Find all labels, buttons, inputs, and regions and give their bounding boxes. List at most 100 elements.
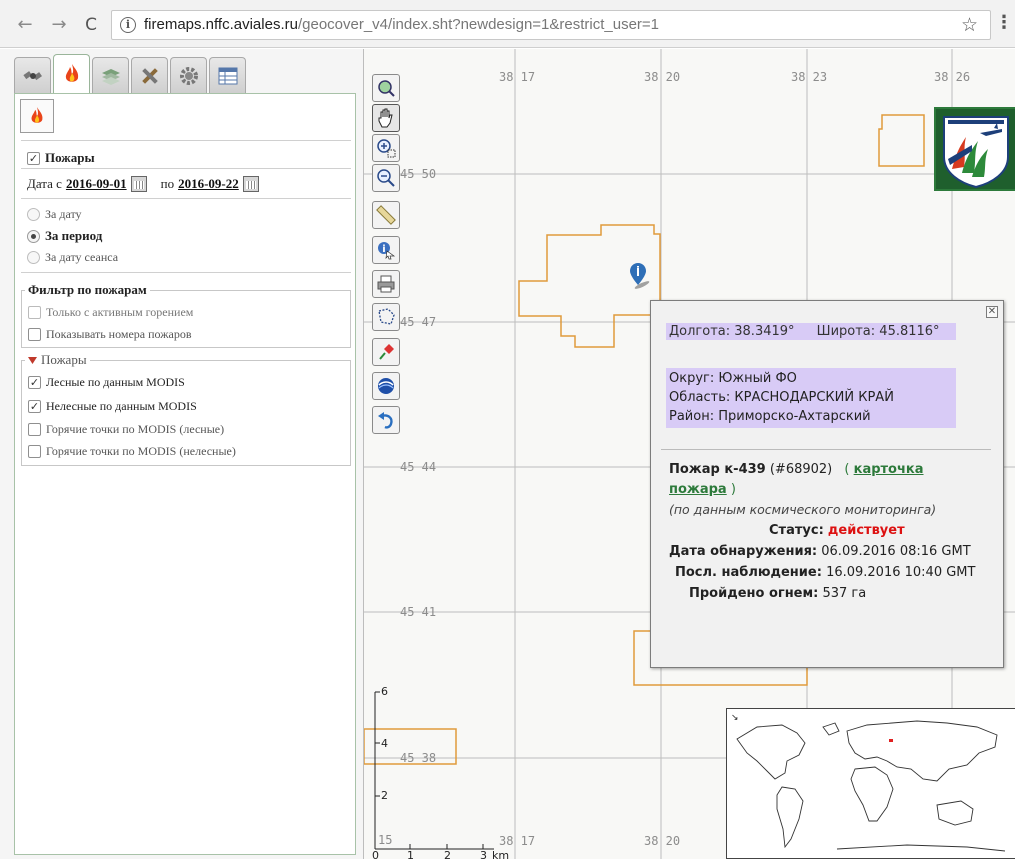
period-option-label: За дату сеанса: [45, 250, 119, 264]
longitude-label: Долгота:: [669, 324, 731, 339]
layer-hotspots-forest[interactable]: Горячие точки по MODIS (лесные): [28, 422, 224, 437]
browser-toolbar: ← → C i firemaps.nffc.aviales.ru/geocove…: [0, 0, 1015, 48]
longitude-value: 38.3419°: [734, 324, 795, 339]
info-icon: i: [378, 242, 396, 260]
fire-layers-legend[interactable]: Пожары: [25, 352, 90, 368]
pan-button[interactable]: [372, 104, 400, 132]
divider: [21, 272, 351, 273]
zoom-out-icon: [377, 169, 395, 187]
scale-tick-label: 3: [480, 849, 487, 859]
fires-title: Пожары: [45, 150, 95, 165]
print-button[interactable]: [372, 270, 400, 298]
close-icon[interactable]: ✕: [986, 306, 998, 318]
layer-hotspots-nonforest[interactable]: Горячие точки по MODIS (нелесные): [28, 444, 236, 459]
show-numbers-checkbox[interactable]: [28, 328, 41, 341]
pin-icon: [379, 344, 394, 360]
divider: [661, 449, 991, 450]
layer-forest-modis[interactable]: ✓ Лесные по данным MODIS: [28, 375, 185, 390]
scale-vertical-label: 4: [381, 737, 388, 750]
date-to-link[interactable]: 2016-09-22: [178, 176, 239, 192]
tools-icon: [141, 67, 158, 84]
back-arrow-icon[interactable]: ←: [14, 14, 36, 36]
tab-tools[interactable]: [131, 57, 168, 93]
ruler-icon: [376, 205, 396, 225]
filter-show-numbers[interactable]: Показывать номера пожаров: [28, 327, 192, 342]
forward-arrow-icon[interactable]: →: [48, 14, 70, 36]
minimap-toggle-arrow-icon[interactable]: ↘: [731, 713, 740, 722]
browser-menu-icon[interactable]: ⋮: [995, 12, 1013, 33]
avialesookhrana-logo: [934, 107, 1015, 191]
layer-nonforest-modis[interactable]: ✓ Нелесные по данным MODIS: [28, 399, 197, 414]
url-text[interactable]: firemaps.nffc.aviales.ru/geocover_v4/ind…: [144, 16, 659, 33]
date-range-row: Дата с 2016-09-01 по 2016-09-22: [27, 176, 259, 192]
site-info-icon[interactable]: i: [120, 17, 136, 33]
detected-label: Дата обнаружения:: [669, 544, 818, 559]
address-bar[interactable]: i firemaps.nffc.aviales.ru/geocover_v4/i…: [111, 10, 991, 40]
fire-card-link[interactable]: пожара: [669, 482, 727, 497]
zoom-extent-button[interactable]: [372, 74, 400, 102]
hotspots-nonforest-checkbox[interactable]: [28, 445, 41, 458]
fire-card-link[interactable]: карточка: [854, 462, 924, 477]
fires-mode-button[interactable]: [20, 99, 54, 133]
divider: [21, 198, 351, 199]
tab-settings[interactable]: [170, 57, 207, 93]
avialesookhrana-emblem-icon: [943, 116, 1009, 189]
fire-layer-label: Горячие точки по MODIS (нелесные): [46, 444, 236, 458]
period-option-session[interactable]: За дату сеанса: [27, 250, 118, 265]
info-button[interactable]: i: [372, 236, 400, 264]
reload-icon[interactable]: C: [80, 14, 102, 36]
nonforest-modis-checkbox[interactable]: ✓: [28, 400, 41, 413]
zoom-box-icon: [377, 139, 396, 158]
fire-id: (#68902): [769, 462, 833, 477]
period-option-date[interactable]: За дату: [27, 207, 82, 222]
paren: ): [730, 482, 736, 497]
zoom-box-button[interactable]: [372, 134, 400, 162]
calendar-icon[interactable]: [130, 176, 147, 192]
fire-layer-label: Нелесные по данным MODIS: [46, 399, 197, 413]
fire-name: Пожар к-439: [669, 462, 766, 477]
corner-label: 15: [378, 833, 393, 847]
period-option-label: За дату: [45, 207, 82, 221]
burned-area-line: Пройдено огнем: 537 га: [689, 586, 866, 601]
lat-label: 45 47: [400, 315, 437, 329]
tab-fires[interactable]: [53, 54, 90, 93]
layers-icon: [101, 68, 120, 85]
lon-label-bottom: 38 20: [644, 834, 681, 848]
fires-checkbox[interactable]: ✓: [27, 151, 40, 165]
scale-vertical-label: 2: [381, 789, 388, 802]
fires-panel: ✓ Пожары Дата с 2016-09-01 по 2016-09-22…: [14, 93, 356, 855]
collapse-triangle-icon[interactable]: [28, 356, 37, 364]
pin-button[interactable]: [372, 338, 400, 366]
date-from-label: Дата с: [27, 176, 62, 191]
bookmark-star-icon[interactable]: ☆: [961, 14, 978, 37]
tab-satellite[interactable]: [14, 57, 51, 93]
forest-modis-checkbox[interactable]: ✓: [28, 376, 41, 389]
filter-active-burning[interactable]: Только с активным горением: [28, 305, 193, 320]
tab-layers[interactable]: [92, 57, 129, 93]
date-from-link[interactable]: 2016-09-01: [66, 176, 127, 192]
active-burning-checkbox[interactable]: [28, 306, 41, 319]
last-observation-label: Посл. наблюдение:: [675, 565, 822, 580]
ruler-button[interactable]: [372, 201, 400, 229]
lat-label: 45 50: [400, 167, 437, 181]
last-observation-line: Посл. наблюдение: 16.09.2016 10:40 GMT: [675, 565, 975, 580]
select-area-button[interactable]: [372, 303, 400, 331]
scale-tick-label: 0: [372, 849, 379, 859]
map-marker-pin-icon[interactable]: [630, 263, 650, 290]
world-map-outline: [736, 720, 1006, 852]
undo-button[interactable]: [372, 406, 400, 434]
fires-toggle-row[interactable]: ✓ Пожары: [27, 150, 95, 166]
globe-button[interactable]: [372, 372, 400, 400]
overview-minimap[interactable]: ↘: [726, 708, 1015, 859]
tab-table[interactable]: [209, 57, 246, 93]
calendar-icon[interactable]: [242, 176, 259, 192]
period-option-period[interactable]: За период: [27, 228, 102, 244]
fire-icon: [65, 64, 78, 82]
radio-date[interactable]: [27, 208, 40, 221]
map-view[interactable]: 38 17 38 20 38 23 38 26 45 50 45 47 45 4…: [363, 49, 1015, 859]
lon-label: 38 23: [791, 70, 828, 84]
radio-session[interactable]: [27, 251, 40, 264]
hotspots-forest-checkbox[interactable]: [28, 423, 41, 436]
radio-period[interactable]: [27, 229, 40, 243]
zoom-out-button[interactable]: [372, 164, 400, 192]
